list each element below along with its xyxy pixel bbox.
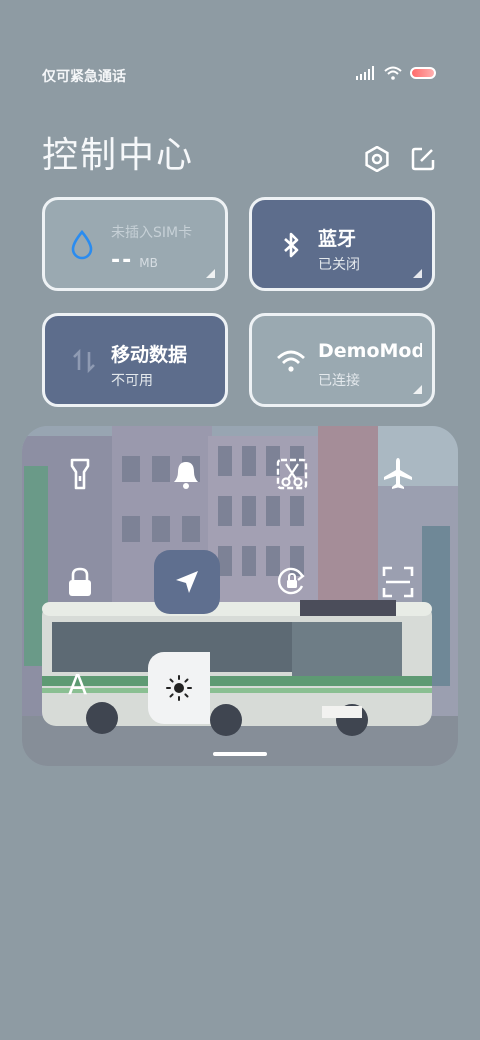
status-icons (356, 66, 436, 80)
wifi-status-icon (384, 66, 402, 80)
sim-status-text: 未插入SIM卡 (111, 225, 193, 241)
quick-toggle-panel: A (22, 426, 458, 766)
expand-corner-icon (413, 385, 422, 394)
mobile-data-tile[interactable]: 移动数据 不可用 (42, 313, 228, 407)
page-title: 控制中心 (42, 135, 195, 176)
page-indicator (213, 752, 267, 756)
scissors-icon[interactable] (272, 454, 312, 494)
mobile-data-status: 不可用 (111, 373, 153, 389)
brightness-slider[interactable] (148, 652, 210, 724)
rotate-lock-icon[interactable] (272, 562, 312, 602)
carrier-text: 仅可紧急通话 (42, 69, 126, 85)
brightness-sun-icon (166, 675, 192, 701)
font-size-button[interactable]: A (68, 668, 87, 701)
location-arrow-icon (176, 571, 198, 593)
edit-icon[interactable] (410, 146, 436, 172)
bluetooth-icon (284, 232, 299, 258)
data-usage-tile[interactable]: 未插入SIM卡 -- MB (42, 197, 228, 291)
expand-corner-icon (413, 269, 422, 278)
data-usage-unit: MB (139, 256, 158, 270)
data-usage-dash: -- (111, 248, 134, 273)
battery-icon (410, 67, 436, 79)
bluetooth-status: 已关闭 (318, 257, 360, 273)
bluetooth-label: 蓝牙 (318, 228, 357, 250)
data-usage-value: -- MB (111, 248, 158, 273)
settings-icon[interactable] (364, 146, 390, 172)
location-toggle[interactable] (154, 550, 220, 614)
flashlight-icon[interactable] (60, 454, 100, 494)
wifi-icon (277, 350, 305, 372)
wifi-tile[interactable]: DemoMode 已连接 (249, 313, 435, 407)
data-arrows-icon (73, 348, 95, 374)
water-drop-icon (71, 230, 93, 260)
mobile-data-label: 移动数据 (111, 344, 188, 366)
airplane-icon[interactable] (378, 454, 418, 494)
wifi-status: 已连接 (318, 373, 360, 389)
status-bar: 仅可紧急通话 (0, 0, 480, 100)
bluetooth-tile[interactable]: 蓝牙 已关闭 (249, 197, 435, 291)
bell-icon[interactable] (166, 454, 206, 494)
signal-icon (356, 66, 374, 80)
expand-corner-icon (206, 269, 215, 278)
wifi-network-name: DemoMode (318, 340, 422, 362)
scan-icon[interactable] (378, 562, 418, 602)
lock-icon[interactable] (60, 562, 100, 602)
